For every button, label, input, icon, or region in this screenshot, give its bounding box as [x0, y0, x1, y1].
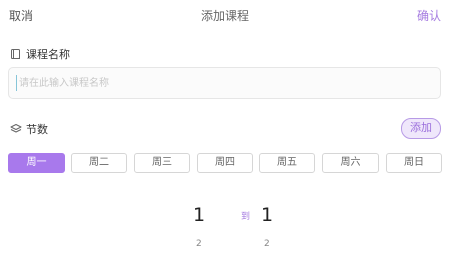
weekday-wed[interactable]: 周三 — [134, 153, 190, 173]
weekday-selector: 周一 周二 周三 周四 周五 周六 周日 — [8, 153, 442, 173]
end-period-current[interactable]: 1 — [261, 204, 273, 226]
course-name-field[interactable] — [8, 67, 441, 99]
layers-icon — [10, 123, 22, 135]
weekday-thu[interactable]: 周四 — [197, 153, 253, 173]
book-icon — [10, 48, 22, 60]
weekday-fri[interactable]: 周五 — [259, 153, 315, 173]
sessions-label: 节数 — [26, 123, 48, 136]
page-title: 添加课程 — [200, 9, 249, 23]
end-period-next[interactable]: 2 — [264, 239, 270, 249]
weekday-mon[interactable]: 周一 — [8, 153, 65, 173]
range-separator: 到 — [241, 212, 251, 222]
course-name-label: 课程名称 — [26, 48, 70, 61]
course-name-input[interactable] — [9, 68, 440, 98]
start-period-next[interactable]: 2 — [196, 239, 202, 249]
confirm-button[interactable]: 确认 — [417, 7, 441, 24]
add-session-button[interactable]: 添加 — [401, 118, 441, 139]
sessions-label-row: 节数 — [10, 121, 48, 137]
course-name-label-row: 课程名称 — [10, 46, 70, 62]
weekday-sun[interactable]: 周日 — [386, 153, 442, 173]
weekday-sat[interactable]: 周六 — [322, 153, 379, 173]
text-caret — [16, 75, 17, 91]
weekday-tue[interactable]: 周二 — [71, 153, 127, 173]
start-period-current[interactable]: 1 — [193, 204, 205, 226]
